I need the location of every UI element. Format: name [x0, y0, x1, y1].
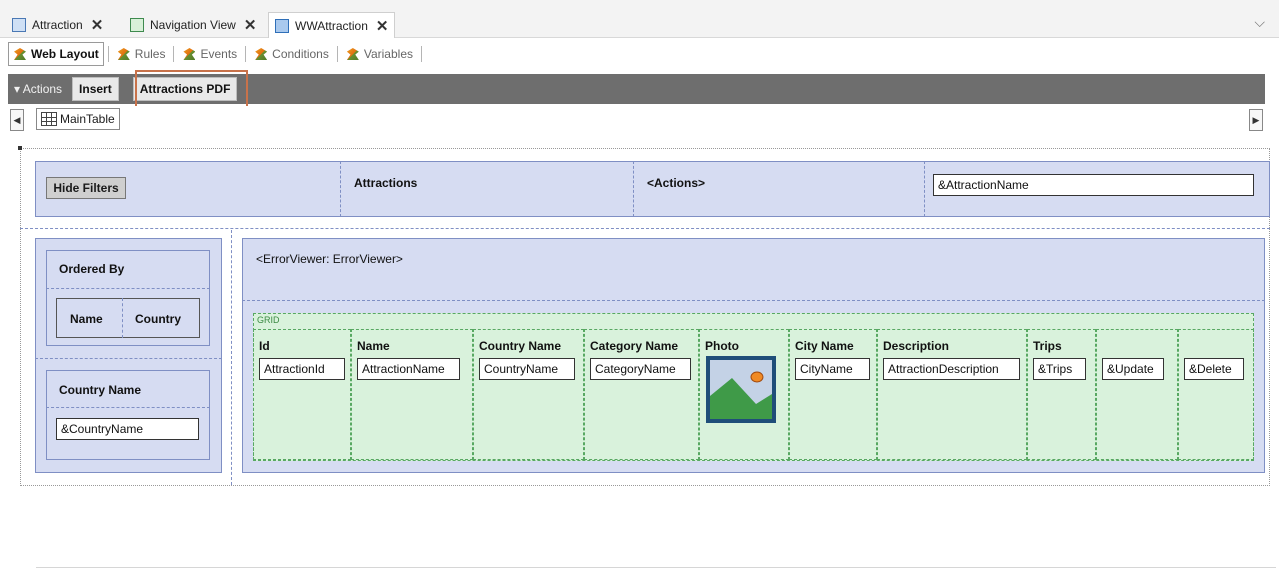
separator [421, 46, 422, 62]
cell-divider [340, 161, 341, 217]
document-tab-bar: Attraction ✕ Navigation View ✕ WWAttract… [0, 0, 1279, 38]
breadcrumb-row: ◀ MainTable ▶ [8, 106, 1265, 134]
breadcrumb-label: MainTable [60, 112, 115, 126]
actions-toggle[interactable]: ▾ Actions [14, 82, 62, 96]
column-header: Category Name [590, 339, 679, 353]
grid-column-city-name[interactable]: City Name CityName [789, 329, 877, 460]
genexus-icon [13, 47, 27, 61]
cell-divider [46, 407, 210, 408]
highlight-box [135, 70, 248, 110]
table-icon [41, 112, 57, 126]
bottom-divider [36, 567, 1276, 568]
tab-label: Rules [134, 47, 166, 61]
delete-field[interactable]: &Delete [1184, 358, 1244, 380]
close-icon[interactable]: ✕ [91, 16, 104, 34]
section-tab-bar: Web Layout Rules Events Conditions Varia… [8, 40, 426, 68]
transaction-icon [12, 18, 26, 32]
ordered-by-label: Ordered By [59, 262, 125, 276]
cell-divider [46, 288, 210, 289]
tab-rules[interactable]: Rules [113, 43, 170, 65]
grid-column-description[interactable]: Description AttractionDescription [877, 329, 1027, 460]
tab-label: Conditions [272, 47, 329, 61]
cell-divider [924, 161, 925, 217]
attraction-id-field[interactable]: AttractionId [259, 358, 345, 380]
scroll-left-icon[interactable]: ◀ [10, 109, 24, 131]
genexus-icon [117, 47, 131, 61]
tab-events[interactable]: Events [178, 43, 241, 65]
grid-label: GRID [257, 315, 280, 325]
grid-column-id[interactable]: Id AttractionId [253, 329, 351, 460]
attraction-name-field[interactable]: &AttractionName [933, 174, 1254, 196]
navigation-view-icon [130, 18, 144, 32]
trips-field[interactable]: &Trips [1033, 358, 1086, 380]
grid-column-update[interactable]: &Update [1096, 329, 1178, 460]
grid-column-country-name[interactable]: Country Name CountryName [473, 329, 584, 460]
genexus-icon [346, 47, 360, 61]
landscape-icon [710, 360, 772, 419]
grid-column-delete[interactable]: &Delete [1178, 329, 1254, 460]
web-panel-icon [275, 18, 289, 33]
image-placeholder-icon[interactable] [706, 356, 776, 423]
column-header: Description [883, 339, 950, 353]
cell-divider [20, 228, 1270, 229]
tab-label: Navigation View [150, 18, 236, 32]
cell-divider [35, 358, 222, 359]
column-header: Country Name [479, 339, 562, 353]
actions-placeholder[interactable]: <Actions> [647, 176, 705, 190]
column-header: Photo [705, 339, 739, 353]
country-name-field[interactable]: CountryName [479, 358, 575, 380]
tab-label: Events [200, 47, 238, 61]
column-header: Trips [1033, 339, 1062, 353]
tab-variables[interactable]: Variables [342, 43, 417, 65]
city-name-field[interactable]: CityName [795, 358, 870, 380]
close-icon[interactable]: ✕ [244, 16, 257, 34]
genexus-icon [254, 47, 268, 61]
tab-label: Variables [363, 47, 413, 61]
tab-web-layout[interactable]: Web Layout [8, 42, 104, 66]
column-header: City Name [795, 339, 854, 353]
page-title: Attractions [354, 176, 418, 190]
update-field[interactable]: &Update [1102, 358, 1164, 380]
insert-button[interactable]: Insert [72, 77, 119, 101]
attraction-name-field[interactable]: AttractionName [357, 358, 460, 380]
separator [107, 46, 109, 62]
separator [336, 46, 338, 62]
selection-handle[interactable] [18, 146, 22, 150]
column-header: Name [357, 339, 390, 353]
tab-wwattraction[interactable]: WWAttraction ✕ [268, 12, 396, 38]
attraction-description-field[interactable]: AttractionDescription [883, 358, 1020, 380]
hide-filters-button[interactable]: Hide Filters [46, 177, 126, 199]
country-name-label: Country Name [59, 383, 142, 397]
scroll-right-icon[interactable]: ▶ [1249, 109, 1263, 131]
cell-divider [122, 298, 123, 338]
tab-attraction[interactable]: Attraction ✕ [6, 12, 109, 38]
chevron-down-icon[interactable]: ⌵ [1254, 14, 1265, 31]
separator [173, 46, 175, 62]
cell-divider [242, 300, 1265, 301]
cell-divider [633, 161, 634, 217]
tab-label: WWAttraction [295, 18, 368, 33]
country-name-field[interactable]: &CountryName [56, 418, 199, 440]
tab-conditions[interactable]: Conditions [250, 43, 333, 65]
tab-label: Web Layout [31, 47, 99, 61]
tab-navigation-view[interactable]: Navigation View ✕ [124, 12, 262, 38]
grid-column-name[interactable]: Name AttractionName [351, 329, 473, 460]
close-icon[interactable]: ✕ [376, 17, 389, 35]
column-header: Id [259, 339, 270, 353]
tab-label: Attraction [32, 18, 83, 32]
breadcrumb[interactable]: MainTable [36, 108, 120, 130]
order-option-name[interactable]: Name [70, 312, 103, 326]
error-viewer[interactable]: <ErrorViewer: ErrorViewer> [256, 252, 403, 266]
grid-column-trips[interactable]: Trips &Trips [1027, 329, 1096, 460]
order-option-country[interactable]: Country [135, 312, 181, 326]
separator [245, 46, 247, 62]
cell-divider [231, 230, 232, 485]
genexus-icon [182, 47, 196, 61]
category-name-field[interactable]: CategoryName [590, 358, 691, 380]
grid-column-category-name[interactable]: Category Name CategoryName [584, 329, 699, 460]
